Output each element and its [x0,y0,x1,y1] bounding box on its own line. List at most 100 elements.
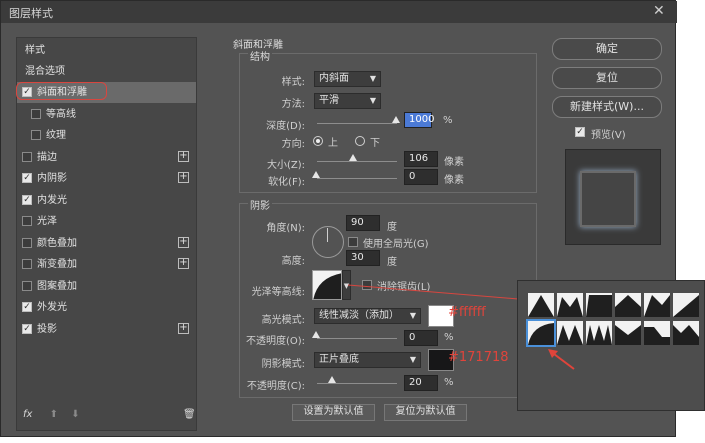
contour-preset-icon[interactable] [673,293,699,317]
style-item-checkbox[interactable] [22,216,32,226]
highlight-opacity-input[interactable]: 0 [404,330,438,346]
contour-preset-icon[interactable] [615,321,641,345]
global-light-label: 使用全局光(G) [363,239,429,250]
shadow-opacity-unit: % [444,377,454,388]
gloss-contour-thumbnail[interactable] [312,270,342,300]
ok-button[interactable]: 确定 [552,38,662,60]
contour-preset-icon[interactable] [644,321,670,345]
arrow-pointer-icon [546,347,576,371]
size-slider[interactable] [317,161,397,162]
soften-unit: 像素 [444,175,464,186]
add-style-plus-icon[interactable]: + [178,258,189,269]
move-down-icon[interactable]: ⬇ [71,409,79,420]
preview-swatch [580,171,636,227]
style-item-label: 颜色叠加 [37,237,77,249]
contour-preset-icon[interactable] [673,321,699,345]
add-style-plus-icon[interactable]: + [178,236,189,248]
style-item[interactable]: 颜色叠加 + [17,233,196,254]
contour-preset-icon[interactable] [526,319,556,347]
shadow-opacity-input[interactable]: 20 [404,375,438,391]
style-item-checkbox[interactable] [22,151,32,162]
highlight-opacity-slider[interactable] [317,338,397,339]
size-slider-thumb[interactable] [349,154,357,161]
style-item-checkbox[interactable]: ✓ [22,323,32,334]
depth-input[interactable]: 1000 [404,112,434,128]
highlight-mode-label: 高光模式: [261,315,305,326]
shadow-opacity-thumb[interactable] [328,376,336,383]
add-style-plus-icon[interactable]: + [178,150,189,162]
style-item-checkbox[interactable] [22,259,32,269]
style-item[interactable]: 图案叠加 [17,276,196,297]
fx-icon[interactable]: fx [23,409,32,420]
global-light-checkbox[interactable] [348,237,358,247]
style-item[interactable]: 光泽 [17,211,196,232]
style-item-checkbox[interactable]: ✓ [22,302,32,312]
shadow-opacity-slider[interactable] [317,383,397,384]
reset-default-button[interactable]: 复位为默认值 [384,404,467,421]
move-up-icon[interactable]: ⬆ [50,409,58,420]
add-style-plus-icon[interactable]: + [178,322,189,334]
contour-preset-icon[interactable] [557,293,583,317]
close-icon[interactable]: ✕ [653,3,665,19]
soften-slider[interactable] [317,178,397,179]
angle-input[interactable]: 90 [346,215,380,231]
style-item-checkbox[interactable]: ✓ [22,173,32,183]
selected-highlight-outline [16,82,107,100]
shadow-mode-select[interactable]: 正片叠底 ▼ [314,352,421,368]
direction-up-label: 上 [328,138,338,149]
soften-slider-thumb[interactable] [312,171,320,178]
depth-unit: % [443,115,453,126]
contour-preset-icon[interactable] [557,321,583,345]
contour-preset-icon[interactable] [528,293,554,317]
style-item-checkbox[interactable] [31,108,41,119]
contour-preset-icon[interactable] [615,293,641,317]
style-item-checkbox[interactable]: ✓ [22,194,32,205]
style-item-label: 描边 [37,151,57,163]
style-item[interactable]: ✓ 投影 + [17,319,196,340]
style-item-checkbox[interactable] [22,280,32,291]
contour-preset-icon[interactable] [586,293,612,317]
reset-button[interactable]: 复位 [552,67,662,89]
set-default-button[interactable]: 设置为默认值 [292,404,375,421]
new-style-button[interactable]: 新建样式(W)... [552,96,662,118]
depth-slider[interactable] [317,123,397,124]
style-item[interactable]: 渐变叠加 + [17,254,196,275]
highlight-mode-select[interactable]: 线性减淡（添加） ▼ [314,308,421,324]
angle-label: 角度(N): [266,223,305,234]
style-item-label: 内发光 [37,194,67,206]
altitude-input[interactable]: 30 [346,250,380,266]
style-item[interactable]: 等高线 [17,104,196,125]
blend-options-item[interactable]: 混合选项 [17,61,196,82]
style-item[interactable]: 纹理 [17,125,196,146]
depth-slider-thumb[interactable] [392,116,400,123]
direction-down-radio[interactable] [355,136,365,146]
style-item[interactable]: ✓ 外发光 [17,297,196,318]
style-item-label: 投影 [37,323,57,335]
highlight-opacity-thumb[interactable] [312,331,320,338]
style-select[interactable]: 内斜面 ▼ [314,71,381,87]
angle-dial-needle [327,228,328,242]
contour-preset-icon[interactable] [586,321,612,345]
chevron-down-icon: ▼ [369,96,376,105]
style-item[interactable]: ✓ 内发光 [17,190,196,211]
angle-unit: 度 [387,222,397,233]
technique-select[interactable]: 平滑 ▼ [314,93,381,109]
direction-up-radio[interactable] [313,136,323,146]
contour-preset-icon[interactable] [644,293,670,317]
direction-down-label: 下 [370,138,380,149]
style-item[interactable]: ✓ 内阴影 + [17,168,196,189]
soften-input[interactable]: 0 [404,169,438,185]
style-item-label: 纹理 [46,130,66,141]
style-item-label: 等高线 [46,108,76,120]
preview-checkbox[interactable]: ✓ [575,127,585,137]
angle-dial[interactable] [312,226,344,258]
dialog-title: 图层样式 [9,7,53,20]
style-item-checkbox[interactable] [22,237,32,248]
size-input[interactable]: 106 [404,151,438,167]
style-item-checkbox[interactable] [31,130,41,140]
add-style-plus-icon[interactable]: + [178,172,189,183]
style-item[interactable]: 描边 + [17,147,196,168]
trash-icon[interactable]: 🗑 [183,409,196,420]
fx-toolbar: fx ⬆ ⬇ 🗑 [23,409,196,420]
preview-box [565,149,661,245]
